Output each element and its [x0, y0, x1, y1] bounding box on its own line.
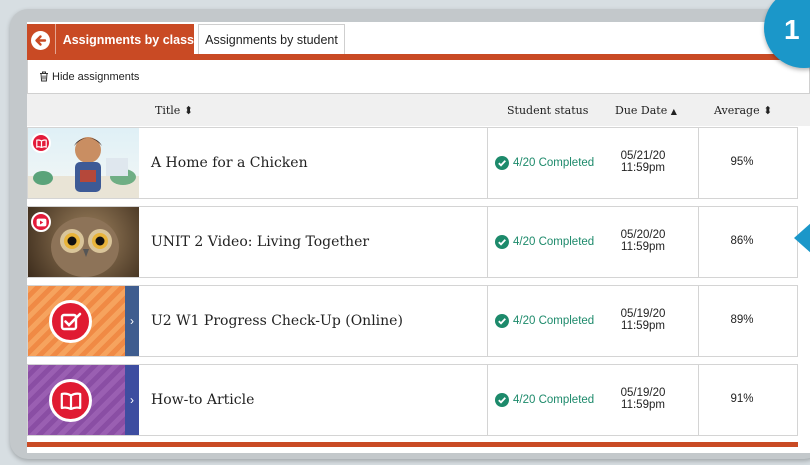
average-column-header[interactable]: Average ⬍ — [714, 104, 772, 117]
average-score: 95% — [730, 156, 754, 168]
book-icon — [49, 379, 92, 422]
student-status: 4/20 Completed — [495, 156, 594, 170]
play-icon — [31, 212, 51, 232]
table-header: Title ⬍ Student status Due Date ▲ Averag… — [27, 94, 810, 126]
assignment-title[interactable]: A Home for a Chicken — [151, 155, 308, 171]
due-time-value: 11:59pm — [621, 241, 665, 253]
due-time-value: 11:59pm — [621, 399, 665, 411]
tab-assignments-by-student[interactable]: Assignments by student — [198, 24, 345, 54]
toolbar: Hide assignments — [27, 60, 810, 94]
status-text: 4/20 Completed — [513, 157, 595, 169]
due-date: 05/21/20 11:59pm — [602, 150, 684, 174]
hide-assignments-button[interactable]: Hide assignments — [39, 71, 139, 83]
callout-pointer-arrow — [794, 222, 810, 254]
average-score: 91% — [730, 393, 754, 405]
average-score: 86% — [730, 235, 754, 247]
article-thumbnail: › — [28, 365, 139, 435]
column-divider — [487, 365, 488, 435]
video-thumbnail — [28, 207, 139, 277]
assignments-panel: Assignments by class Assignments by stud… — [27, 22, 810, 453]
table-row[interactable]: UNIT 2 Video: Living Together 4/20 Compl… — [27, 206, 798, 278]
tab-bar: Assignments by class Assignments by stud… — [27, 22, 810, 56]
tab-assignments-by-class[interactable]: Assignments by class — [27, 24, 194, 56]
check-circle-icon — [495, 393, 509, 407]
table-row[interactable]: A Home for a Chicken 4/20 Completed 05/2… — [27, 127, 798, 199]
student-status: 4/20 Completed — [495, 235, 594, 249]
check-circle-icon — [495, 235, 509, 249]
trash-icon — [40, 71, 48, 82]
tab-label: Assignments by class — [62, 33, 194, 47]
due-date: 05/19/20 11:59pm — [602, 387, 684, 411]
due-date: 05/20/20 11:59pm — [602, 229, 684, 253]
student-status: 4/20 Completed — [495, 393, 594, 407]
hide-assignments-label: Hide assignments — [52, 70, 140, 83]
column-divider — [487, 128, 488, 198]
column-divider — [487, 207, 488, 277]
sort-ascending-icon: ▲ — [670, 107, 677, 116]
due-date-value: 05/21/20 — [620, 150, 666, 162]
column-divider — [698, 128, 699, 198]
column-divider — [698, 286, 699, 356]
column-divider — [487, 286, 488, 356]
status-column-header: Student status — [507, 104, 589, 117]
title-column-header[interactable]: Title ⬍ — [155, 104, 193, 117]
status-text: 4/20 Completed — [513, 315, 595, 327]
bottom-accent-bar — [27, 442, 798, 447]
title-header-label: Title — [155, 104, 181, 117]
expand-chevron-icon[interactable]: › — [125, 286, 139, 356]
book-cover-thumbnail — [28, 128, 139, 198]
back-arrow-icon — [31, 30, 51, 50]
sort-icon: ⬍ — [183, 104, 194, 117]
book-icon — [31, 133, 51, 153]
tab-label: Assignments by student — [205, 32, 338, 47]
average-header-label: Average — [714, 104, 760, 117]
due-date-value: 05/19/20 — [620, 308, 666, 320]
assignment-title[interactable]: How-to Article — [151, 392, 254, 408]
check-circle-icon — [495, 156, 509, 170]
quiz-thumbnail: › — [28, 286, 139, 356]
sort-icon: ⬍ — [763, 104, 773, 117]
due-date-value: 05/19/20 — [620, 387, 666, 399]
back-button[interactable] — [27, 24, 56, 56]
column-divider — [698, 207, 699, 277]
assignment-title[interactable]: U2 W1 Progress Check-Up (Online) — [151, 313, 403, 329]
status-text: 4/20 Completed — [513, 394, 595, 406]
column-divider — [698, 365, 699, 435]
assignment-title[interactable]: UNIT 2 Video: Living Together — [151, 234, 369, 250]
student-status: 4/20 Completed — [495, 314, 594, 328]
due-time-value: 11:59pm — [621, 162, 665, 174]
status-text: 4/20 Completed — [513, 236, 595, 248]
due-header-label: Due Date — [615, 104, 668, 117]
due-time-value: 11:59pm — [621, 320, 665, 332]
table-row[interactable]: › U2 W1 Progress Check-Up (Online) 4/20 … — [27, 285, 798, 357]
check-circle-icon — [495, 314, 509, 328]
due-date-value: 05/20/20 — [620, 229, 666, 241]
due-date: 05/19/20 11:59pm — [602, 308, 684, 332]
expand-chevron-icon[interactable]: › — [125, 365, 139, 435]
table-row[interactable]: › How-to Article 4/20 Completed 05/19/20… — [27, 364, 798, 436]
due-date-column-header[interactable]: Due Date ▲ — [615, 104, 677, 117]
average-score: 89% — [730, 314, 754, 326]
checkbox-icon — [49, 300, 92, 343]
